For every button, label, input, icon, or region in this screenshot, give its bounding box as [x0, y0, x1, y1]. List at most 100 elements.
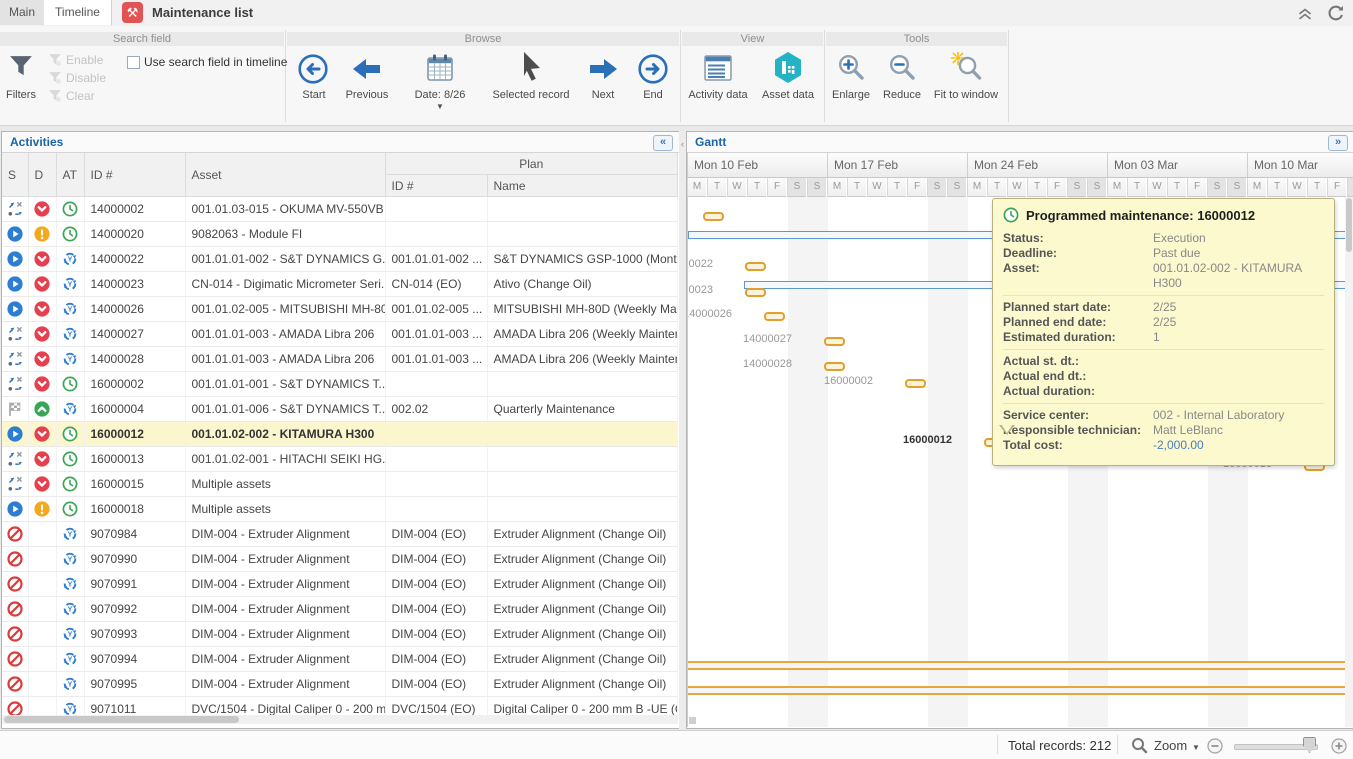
table-row[interactable]: Y14000027001.01.01-003 - AMADA Libra 206… — [2, 322, 678, 347]
disable-filter-icon[interactable] — [48, 71, 62, 88]
table-row[interactable]: Y14000026001.01.02-005 - MITSUBISHI MH-8… — [2, 297, 678, 322]
day-header-cell: T — [707, 178, 726, 197]
table-row[interactable]: 16000015Multiple assets — [2, 472, 678, 497]
gantt-bar-label: 16000012 — [903, 434, 952, 446]
tooltip-row: Responsible technician:Matt LeBlanc — [1003, 423, 1324, 438]
previous-button[interactable] — [350, 56, 384, 85]
cancelled-icon — [7, 526, 23, 542]
table-row[interactable]: Y9070995DIM-004 - Extruder AlignmentDIM-… — [2, 672, 678, 697]
enable-filter-label[interactable]: Enable — [66, 53, 103, 67]
column-header-plan[interactable]: Plan — [385, 153, 678, 175]
fit-to-window-button[interactable] — [950, 51, 982, 85]
zoom-magnifier-icon — [1131, 737, 1148, 757]
gantt-vertical-scrollbar[interactable] — [1345, 197, 1353, 727]
table-row[interactable]: 14000002001.01.03-015 - OKUMA MV-550VB — [2, 197, 678, 222]
column-header-asset[interactable]: Asset — [185, 153, 385, 197]
gantt-span-bar[interactable] — [688, 686, 1347, 695]
table-row[interactable]: Y9070994DIM-004 - Extruder AlignmentDIM-… — [2, 647, 678, 672]
enable-filter-icon[interactable] — [48, 53, 62, 70]
svg-text:Y: Y — [68, 657, 73, 664]
table-row[interactable]: 16000018Multiple assets — [2, 497, 678, 522]
gantt-vertical-scrollbar-thumb[interactable] — [1346, 198, 1352, 252]
panel-splitter[interactable]: ‹ — [679, 131, 686, 735]
column-header-at[interactable]: AT — [56, 153, 84, 197]
gantt-task-bar[interactable] — [764, 312, 785, 321]
date-picker-label: Date: 8/26 — [408, 89, 472, 101]
gantt-task-bar[interactable] — [905, 379, 926, 388]
refresh-icon[interactable] — [1326, 4, 1346, 22]
table-row[interactable]: Y9070992DIM-004 - Extruder AlignmentDIM-… — [2, 597, 678, 622]
table-row[interactable]: 16000002001.01.01-001 - S&T DYNAMICS T..… — [2, 372, 678, 397]
table-row[interactable]: 140000209082063 - Module FI — [2, 222, 678, 247]
zoom-caret-icon[interactable]: ▼ — [1192, 743, 1200, 752]
reduce-button[interactable] — [887, 52, 917, 85]
activities-table-body: 14000002001.01.03-015 - OKUMA MV-550VB14… — [2, 197, 678, 722]
plan-name: AMADA Libra 206 (Weekly Mainten... — [487, 322, 678, 347]
collapse-ribbon-icon[interactable] — [1295, 4, 1315, 22]
table-row[interactable]: Y14000023CN-014 - Digimatic Micrometer S… — [2, 272, 678, 297]
gantt-body[interactable]: 0022002314000026140000271400002816000002… — [687, 197, 1353, 727]
table-row[interactable]: 16000012001.01.02-002 - KITAMURA H300 — [2, 422, 678, 447]
column-header-plan-id[interactable]: ID # — [385, 175, 487, 197]
gantt-task-bar[interactable] — [824, 337, 845, 346]
rescheduled-icon — [7, 326, 23, 342]
start-button[interactable] — [297, 53, 329, 88]
enlarge-button[interactable] — [836, 52, 866, 85]
tooltip-field-label: Planned end date: — [1003, 315, 1153, 330]
table-row[interactable]: Y9070991DIM-004 - Extruder AlignmentDIM-… — [2, 572, 678, 597]
plan-id — [385, 372, 487, 397]
activities-horizontal-scrollbar-thumb[interactable] — [4, 716, 239, 723]
zoom-in-button[interactable] — [1331, 738, 1347, 757]
table-row[interactable]: Y9070984DIM-004 - Extruder AlignmentDIM-… — [2, 522, 678, 547]
collapse-activities-icon[interactable]: « — [653, 135, 673, 151]
table-row[interactable]: Y16000004001.01.01-006 - S&T DYNAMICS T.… — [2, 397, 678, 422]
gantt-bar-label: 14000026 — [687, 308, 732, 320]
end-button[interactable] — [637, 53, 669, 88]
zoom-menu-button[interactable]: Zoom — [1154, 738, 1187, 753]
column-header-d[interactable]: D — [28, 153, 56, 197]
gantt-task-bar[interactable] — [745, 288, 766, 297]
disable-filter-label[interactable]: Disable — [66, 71, 106, 85]
gantt-task-bar[interactable] — [745, 262, 766, 271]
activities-horizontal-scrollbar[interactable] — [2, 715, 678, 724]
tooltip-row: Asset:001.01.02-002 - KITAMURA H300 — [1003, 261, 1324, 291]
date-caret-icon[interactable]: ▼ — [436, 102, 444, 111]
next-button[interactable] — [586, 56, 620, 85]
clear-filter-label[interactable]: Clear — [66, 89, 95, 103]
activity-asset: 001.01.01-003 - AMADA Libra 206 — [185, 322, 385, 347]
maintenance-list-icon: ⚒ — [122, 2, 143, 23]
play-icon — [7, 251, 23, 267]
selected-record-button[interactable] — [519, 51, 545, 86]
tab-main[interactable]: Main — [0, 0, 45, 25]
date-picker-button[interactable] — [424, 52, 456, 87]
table-row[interactable]: Y9070990DIM-004 - Extruder AlignmentDIM-… — [2, 547, 678, 572]
plan-id: 001.01.01-002 ... — [385, 247, 487, 272]
column-header-plan-name[interactable]: Name — [487, 175, 678, 197]
table-row[interactable]: 16000013001.01.02-001 - HITACHI SEIKI HG… — [2, 447, 678, 472]
gantt-task-bar[interactable] — [703, 212, 724, 221]
cancelled-icon — [7, 626, 23, 642]
cycle-icon: Y — [62, 526, 78, 542]
activity-asset: 001.01.01-006 - S&T DYNAMICS T... — [185, 397, 385, 422]
tab-timeline[interactable]: Timeline — [44, 0, 112, 25]
table-row[interactable]: Y14000028001.01.01-003 - AMADA Libra 206… — [2, 347, 678, 372]
asset-data-button[interactable] — [772, 51, 804, 87]
expand-gantt-icon[interactable]: » — [1328, 135, 1348, 151]
zoom-slider-thumb[interactable] — [1303, 737, 1316, 753]
zoom-out-button[interactable] — [1207, 738, 1223, 757]
gantt-task-bar[interactable] — [824, 362, 845, 371]
column-header-s[interactable]: S — [2, 153, 28, 197]
table-row[interactable]: Y9070993DIM-004 - Extruder AlignmentDIM-… — [2, 622, 678, 647]
gantt-span-bar[interactable] — [688, 661, 1347, 670]
activity-data-button[interactable] — [702, 52, 734, 87]
day-header-cell: F — [1187, 178, 1206, 197]
table-row[interactable]: Y14000022001.01.01-002 - S&T DYNAMICS G.… — [2, 247, 678, 272]
svg-text:Y: Y — [68, 582, 73, 589]
filters-button[interactable] — [8, 54, 34, 83]
column-header-id[interactable]: ID # — [84, 153, 185, 197]
clear-filter-icon[interactable] — [48, 89, 62, 106]
activity-id: 14000020 — [84, 222, 185, 247]
status-bar: Total records: 212 Zoom ▼ — [0, 730, 1353, 759]
day-header-cell: M — [1107, 178, 1126, 197]
use-search-field-checkbox[interactable] — [127, 56, 140, 69]
